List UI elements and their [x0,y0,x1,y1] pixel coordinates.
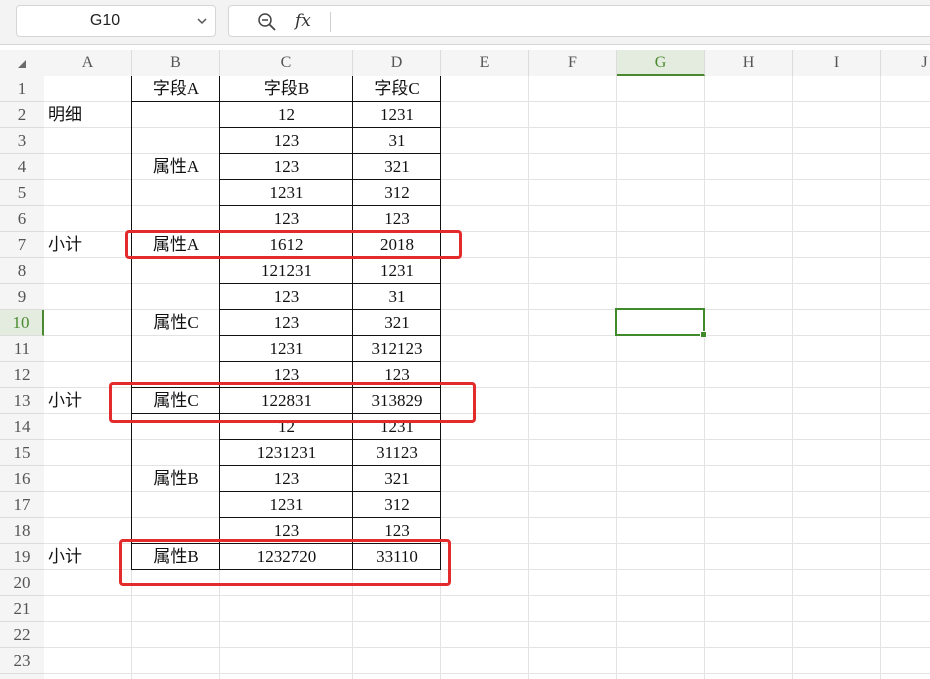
row-header-5[interactable]: 5 [0,180,44,206]
cell-d15[interactable]: 31123 [353,440,441,466]
cell-c16[interactable]: 123 [220,466,353,492]
formula-bar[interactable]: fx [228,5,930,37]
row-header-18[interactable]: 18 [0,518,44,544]
row-header-8[interactable]: 8 [0,258,44,284]
cell-c1[interactable]: 字段B [220,76,353,102]
cell-d17[interactable]: 312 [353,492,441,518]
column-header-c[interactable]: C [220,50,353,76]
column-header-h[interactable]: H [705,50,793,76]
row-header-19[interactable]: 19 [0,544,44,570]
cell-d9[interactable]: 31 [353,284,441,310]
column-header-j[interactable]: J [881,50,930,76]
cell-b16[interactable]: 属性B [132,414,220,544]
row-header-16[interactable]: 16 [0,466,44,492]
grid-line [44,647,930,648]
selected-cell-g10[interactable] [615,308,707,338]
column-headers: ABCDEFGHIJ [44,50,930,76]
cell-d16[interactable]: 321 [353,466,441,492]
grid-line [704,76,705,679]
row-header-2[interactable]: 2 [0,102,44,128]
highlight-box-3 [119,539,451,586]
column-header-g[interactable]: G [617,50,705,76]
toolbar: G10 fx [0,0,930,44]
column-header-i[interactable]: I [793,50,881,76]
row-header-11[interactable]: 11 [0,336,44,362]
cell-c8[interactable]: 121231 [220,258,353,284]
cell-d10[interactable]: 321 [353,310,441,336]
cell-c10[interactable]: 123 [220,310,353,336]
row-header-15[interactable]: 15 [0,440,44,466]
cell-d4[interactable]: 321 [353,154,441,180]
column-header-b[interactable]: B [132,50,220,76]
cell-d2[interactable]: 1231 [353,102,441,128]
grid-line [792,76,793,679]
row-header-14[interactable]: 14 [0,414,44,440]
cell-a2[interactable]: 明细 [44,102,132,128]
cell-b10[interactable]: 属性C [132,258,220,388]
cell-c2[interactable]: 12 [220,102,353,128]
cell-d3[interactable]: 31 [353,128,441,154]
highlight-box-1 [125,230,462,259]
row-header-7[interactable]: 7 [0,232,44,258]
name-box-value: G10 [89,12,121,29]
grid-line [44,673,930,674]
row-header-17[interactable]: 17 [0,492,44,518]
row-header-6[interactable]: 6 [0,206,44,232]
cell-b4[interactable]: 属性A [132,102,220,232]
row-header-23[interactable]: 23 [0,648,44,674]
cell-a7[interactable]: 小计 [44,232,132,258]
grid-line [616,76,617,679]
cell-c4[interactable]: 123 [220,154,353,180]
grid-line [44,595,930,596]
divider [0,44,930,45]
column-header-f[interactable]: F [529,50,617,76]
fill-handle[interactable] [700,331,707,338]
row-header-13[interactable]: 13 [0,388,44,414]
formula-separator [330,12,331,32]
row-header-21[interactable]: 21 [0,596,44,622]
cell-c9[interactable]: 123 [220,284,353,310]
row-headers: 1 2 3 4 5 6 7 8 9 10 11 12 13 14 15 16 17 18 19 20 21 22 23 [0,76,44,679]
grid-line [528,76,529,679]
row-header-12[interactable]: 12 [0,362,44,388]
row-header-9[interactable]: 9 [0,284,44,310]
cell-d1[interactable]: 字段C [353,76,441,102]
cell-c11[interactable]: 1231 [220,336,353,362]
row-header-1[interactable]: 1 [0,76,44,102]
cell-c6[interactable]: 123 [220,206,353,232]
select-all-corner[interactable] [0,50,44,76]
cell-d11[interactable]: 312123 [353,336,441,362]
cell-d6[interactable]: 123 [353,206,441,232]
row-header-22[interactable]: 22 [0,622,44,648]
name-box[interactable]: G10 [16,5,216,37]
cell-c3[interactable]: 123 [220,128,353,154]
row-header-20[interactable]: 20 [0,570,44,596]
column-header-d[interactable]: D [353,50,441,76]
row-header-3[interactable]: 3 [0,128,44,154]
column-header-e[interactable]: E [441,50,529,76]
cell-c5[interactable]: 1231 [220,180,353,206]
fx-icon[interactable]: fx [295,9,311,33]
chevron-down-icon[interactable] [197,16,207,26]
zoom-icon[interactable] [257,12,277,32]
highlight-box-2 [109,382,476,423]
sheet-grid[interactable]: 字段A 字段B 字段C 明细 12 1231 123 31 属性A 123 321 1231 312 12… [44,76,930,679]
column-header-a[interactable]: A [44,50,132,76]
grid-line [880,76,881,679]
cell-d8[interactable]: 1231 [353,258,441,284]
cell-b1[interactable]: 字段A [132,76,220,102]
cell-c15[interactable]: 1231231 [220,440,353,466]
grid-line [44,621,930,622]
row-header-4[interactable]: 4 [0,154,44,180]
cell-d5[interactable]: 312 [353,180,441,206]
cell-c17[interactable]: 1231 [220,492,353,518]
row-header-10[interactable]: 10 [0,310,44,336]
